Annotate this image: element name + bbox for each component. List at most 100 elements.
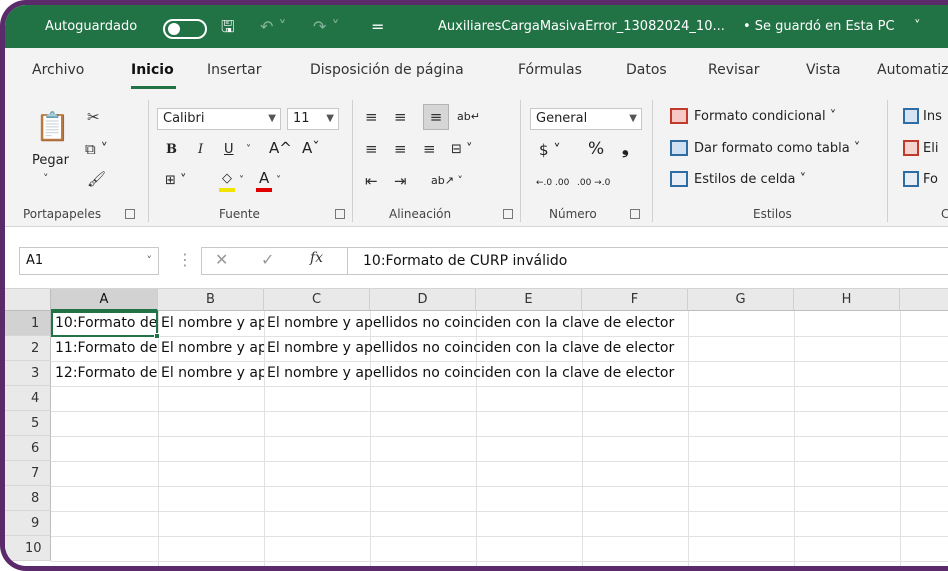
column-header-a[interactable]: A xyxy=(51,289,158,311)
font-name-select[interactable]: Calibri ▼ xyxy=(157,108,281,130)
worksheet-grid[interactable]: A B C D E F G H 1 2 3 4 5 6 7 8 9 10 10:… xyxy=(5,289,948,566)
alignment-launcher-icon[interactable] xyxy=(503,209,513,219)
cell-a3[interactable]: 12:Formato de CURP inválido xyxy=(55,361,158,386)
format-as-table-button[interactable]: Dar formato como tabla ˅ xyxy=(694,140,860,158)
percent-icon[interactable]: % xyxy=(588,140,604,158)
number-format-select[interactable]: General ▼ xyxy=(530,108,642,130)
enter-icon[interactable]: ✓ xyxy=(261,250,274,269)
grow-font-button[interactable]: A^ xyxy=(269,139,292,157)
row-header-7[interactable]: 7 xyxy=(5,461,51,486)
orientation-icon[interactable]: ab↗ ˅ xyxy=(431,172,463,190)
format-painter-icon[interactable]: 🖌 xyxy=(87,170,106,188)
wrap-text-icon[interactable]: ab↵ xyxy=(457,108,480,126)
insert-cells-icon[interactable] xyxy=(903,108,919,124)
format-cells-icon[interactable] xyxy=(903,171,919,187)
autosave-toggle[interactable] xyxy=(163,19,207,39)
font-color-arrow-icon[interactable]: ˅ xyxy=(276,172,281,190)
number-launcher-icon[interactable] xyxy=(630,209,640,219)
column-header-h[interactable]: H xyxy=(794,289,900,311)
insert-cells-button[interactable]: Ins xyxy=(923,108,942,126)
row-header-3[interactable]: 3 xyxy=(5,361,51,386)
cell-c2[interactable]: El nombre y apellidos no coinciden con l… xyxy=(267,336,887,361)
row-header-4[interactable]: 4 xyxy=(5,386,51,411)
conditional-format-icon[interactable] xyxy=(670,108,688,124)
align-right-icon[interactable]: ≡ xyxy=(423,140,436,158)
fill-color-icon[interactable]: ◇ xyxy=(222,170,232,188)
paste-icon[interactable]: 📋 xyxy=(35,110,70,144)
merge-center-icon[interactable]: ⊟ ˅ xyxy=(451,141,473,159)
borders-button[interactable]: ⊞ ˅ xyxy=(165,172,187,190)
currency-icon[interactable]: $ ˅ xyxy=(539,141,561,159)
tab-archivo[interactable]: Archivo xyxy=(32,48,84,92)
underline-button[interactable]: U xyxy=(224,141,234,159)
row-header-2[interactable]: 2 xyxy=(5,336,51,361)
cell-c3[interactable]: El nombre y apellidos no coinciden con l… xyxy=(267,361,887,386)
shrink-font-button[interactable]: Aˇ xyxy=(302,139,320,157)
row-header-10[interactable]: 10 xyxy=(5,536,51,561)
more-options-icon[interactable]: ⋮ xyxy=(177,250,193,269)
cell-c1[interactable]: El nombre y apellidos no coinciden con l… xyxy=(267,311,887,336)
row-header-9[interactable]: 9 xyxy=(5,511,51,536)
column-header-f[interactable]: F xyxy=(582,289,688,311)
font-size-select[interactable]: 11 ▼ xyxy=(287,108,339,130)
delete-cells-icon[interactable] xyxy=(903,140,919,156)
column-header-b[interactable]: B xyxy=(158,289,264,311)
cancel-icon[interactable]: ✕ xyxy=(215,250,228,269)
save-icon[interactable]: 🖫 xyxy=(221,17,235,37)
customize-qat-icon[interactable]: = xyxy=(371,17,384,37)
row-header-6[interactable]: 6 xyxy=(5,436,51,461)
decrease-indent-icon[interactable]: ⇤ xyxy=(365,172,378,190)
redo-icon[interactable]: ↷ ˅ xyxy=(313,17,340,37)
row-header-8[interactable]: 8 xyxy=(5,486,51,511)
row-header-5[interactable]: 5 xyxy=(5,411,51,436)
conditional-format-button[interactable]: Formato condicional ˅ xyxy=(694,108,836,126)
select-all-corner[interactable] xyxy=(5,289,51,311)
tab-disposicion-de-pagina[interactable]: Disposición de página xyxy=(310,48,464,92)
save-status-chevron-icon[interactable]: ˅ xyxy=(914,5,921,48)
save-status[interactable]: • Se guardó en Esta PC xyxy=(743,5,895,48)
tab-vista[interactable]: Vista xyxy=(806,48,841,92)
cell-b2[interactable]: El nombre y apellidos no coinciden con l… xyxy=(161,336,264,361)
column-header-d[interactable]: D xyxy=(370,289,476,311)
column-header-c[interactable]: C xyxy=(264,289,370,311)
column-header-i[interactable] xyxy=(900,289,948,311)
format-as-table-icon[interactable] xyxy=(670,140,688,156)
cell-styles-icon[interactable] xyxy=(670,171,688,187)
copy-icon[interactable]: ⧉ ˅ xyxy=(85,140,108,158)
cut-icon[interactable]: ✂ xyxy=(87,108,100,126)
tab-formulas[interactable]: Fórmulas xyxy=(518,48,582,92)
cell-b3[interactable]: El nombre y apellidos no coinciden con l… xyxy=(161,361,264,386)
bold-button[interactable]: B xyxy=(166,141,177,159)
name-box[interactable]: A1 ˅ xyxy=(19,247,159,275)
formula-value[interactable]: 10:Formato de CURP inválido xyxy=(363,247,567,275)
column-header-g[interactable]: G xyxy=(688,289,794,311)
column-header-e[interactable]: E xyxy=(476,289,582,311)
underline-arrow-icon[interactable]: ˅ xyxy=(246,141,251,159)
italic-button[interactable]: I xyxy=(198,141,203,159)
paste-arrow-icon[interactable]: ˅ xyxy=(43,170,49,188)
clipboard-launcher-icon[interactable] xyxy=(125,209,135,219)
font-color-icon[interactable]: A xyxy=(259,169,269,187)
decrease-decimal-icon[interactable]: .00 →.0 xyxy=(577,174,610,192)
align-top-icon[interactable]: ≡ xyxy=(365,108,378,126)
fill-handle[interactable] xyxy=(154,333,160,339)
delete-cells-button[interactable]: Eli xyxy=(923,140,938,158)
undo-icon[interactable]: ↶ ˅ xyxy=(260,17,287,37)
align-center-icon[interactable]: ≡ xyxy=(394,140,407,158)
tab-automatizar[interactable]: Automatiz xyxy=(877,48,948,92)
fill-color-arrow-icon[interactable]: ˅ xyxy=(239,172,244,190)
row-header-1[interactable]: 1 xyxy=(5,311,51,336)
cell-styles-button[interactable]: Estilos de celda ˅ xyxy=(694,171,806,189)
name-box-chevron-icon[interactable]: ˅ xyxy=(147,248,153,274)
paste-button[interactable]: Pegar xyxy=(32,152,69,170)
format-cells-button[interactable]: Fo xyxy=(923,171,938,189)
align-bottom-icon[interactable]: ≡ xyxy=(423,104,449,130)
cell-a2[interactable]: 11:Formato de CURP inválido xyxy=(55,336,158,361)
comma-style-icon[interactable]: ❟ xyxy=(622,140,629,158)
cell-b1[interactable]: El nombre y apellidos no coinciden con l… xyxy=(161,311,264,336)
tab-datos[interactable]: Datos xyxy=(626,48,667,92)
increase-decimal-icon[interactable]: ←.0 .00 xyxy=(536,174,569,192)
insert-function-icon[interactable]: fx xyxy=(310,250,323,266)
align-left-icon[interactable]: ≡ xyxy=(365,140,378,158)
font-launcher-icon[interactable] xyxy=(335,209,345,219)
